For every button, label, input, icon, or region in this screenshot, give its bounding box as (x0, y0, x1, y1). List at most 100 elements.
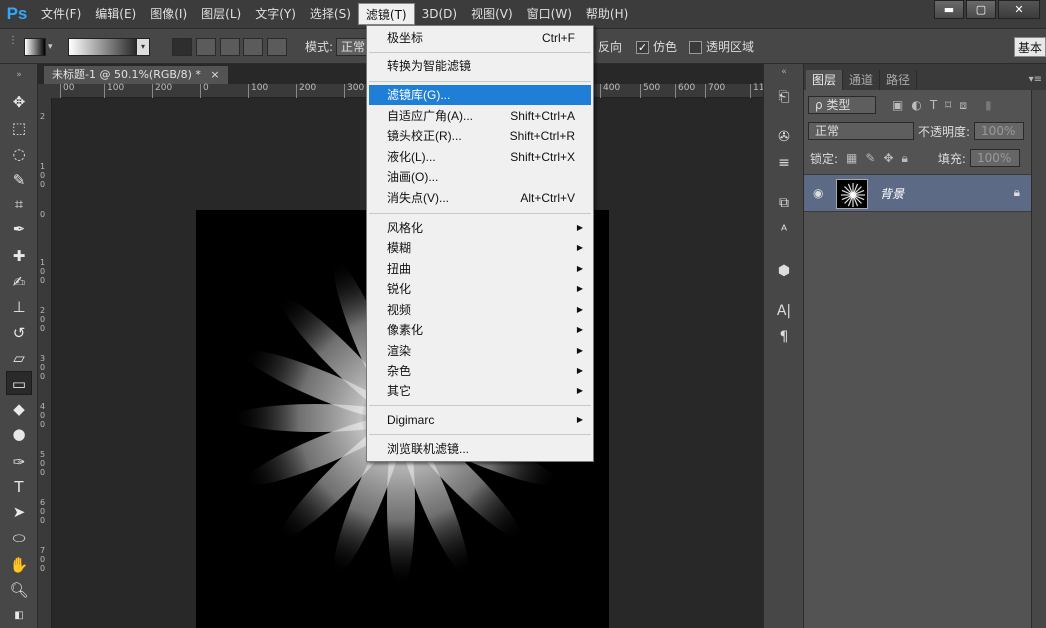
menu-item-polar-coordinates[interactable]: 极坐标 Ctrl+F (369, 28, 591, 48)
blur-tool-icon[interactable]: ◆ (6, 397, 32, 421)
path-select-tool-icon[interactable]: ➤ (6, 500, 32, 524)
linear-gradient-icon[interactable] (172, 38, 192, 56)
menu-type[interactable]: 文字(Y) (248, 3, 303, 25)
eraser-tool-icon[interactable]: ▱ (6, 346, 32, 370)
dodge-tool-icon[interactable]: ● (6, 422, 32, 446)
chevron-down-icon[interactable]: ▾ (48, 38, 53, 56)
menu-item-lens-correction[interactable]: 镜头校正(R)... Shift+Ctrl+R (369, 126, 591, 146)
panel-menu-icon[interactable]: ▾≡ (1029, 70, 1042, 90)
shape-tool-icon[interactable]: ⬭ (6, 526, 32, 550)
layer-filter-select[interactable]: ρ 类型 (808, 96, 876, 114)
menu-help[interactable]: 帮助(H) (579, 3, 635, 25)
lock-transparent-icon[interactable]: ▦ (846, 151, 857, 165)
filter-toggle-icon[interactable]: ▮ (985, 98, 992, 112)
menu-item-render[interactable]: 渲染 ▶ (369, 341, 591, 361)
menu-item-other[interactable]: 其它 ▶ (369, 381, 591, 401)
tab-channels[interactable]: 通道 (843, 70, 881, 90)
dither-checkbox[interactable]: ✓ (636, 41, 649, 54)
opacity-input[interactable]: 100% (974, 122, 1025, 140)
pen-tool-icon[interactable]: ✑ (6, 450, 32, 474)
workspace-button[interactable]: 基本 (1014, 37, 1046, 57)
tab-paths[interactable]: 路径 (880, 70, 918, 90)
lock-position-icon[interactable]: ✥ (883, 151, 893, 165)
layer-lock-icon[interactable]: 🔒︎ (1014, 185, 1020, 200)
menu-item-browse-online-filters[interactable]: 浏览联机滤镜... (369, 439, 591, 459)
blend-mode-select[interactable]: 正常 (808, 122, 914, 140)
menu-item-noise[interactable]: 杂色 ▶ (369, 361, 591, 381)
menu-item-stylize[interactable]: 风格化 ▶ (369, 218, 591, 238)
hand-tool-icon[interactable]: ✋ (6, 553, 32, 577)
menu-item-pixelate[interactable]: 像素化 ▶ (369, 320, 591, 340)
menu-item-liquify[interactable]: 液化(L)... Shift+Ctrl+X (369, 147, 591, 167)
quick-select-tool-icon[interactable]: ✎ (6, 168, 32, 192)
menu-item-oil-paint[interactable]: 油画(O)... (369, 167, 591, 187)
lasso-tool-icon[interactable]: ◌ (6, 142, 32, 166)
menu-select[interactable]: 选择(S) (303, 3, 358, 25)
layer-name[interactable]: 背景 (880, 185, 904, 202)
paragraph-panel-icon[interactable]: ¶ (772, 326, 796, 348)
radial-gradient-icon[interactable] (195, 38, 216, 56)
healing-tool-icon[interactable]: ✚ (6, 244, 32, 268)
3d-panel-icon[interactable]: ⬢ (772, 260, 796, 282)
lock-pixels-icon[interactable]: ✎ (865, 151, 875, 165)
type-filter-icon[interactable]: T (930, 98, 937, 112)
menu-item-filter-gallery[interactable]: 滤镜库(G)... (369, 85, 591, 105)
angle-gradient-icon[interactable] (219, 38, 240, 56)
menu-file[interactable]: 文件(F) (34, 3, 88, 25)
menu-window[interactable]: 窗口(W) (520, 3, 579, 25)
brush-presets-icon[interactable]: ≡ (772, 152, 796, 174)
character-styles-icon[interactable]: ᴬ (772, 220, 796, 242)
shape-filter-icon[interactable]: ⌑ (945, 98, 951, 112)
maximize-button[interactable]: ▢ (966, 0, 996, 19)
crop-tool-icon[interactable]: ⌗ (6, 192, 32, 216)
character-panel-icon[interactable]: A| (772, 300, 796, 322)
adjustment-filter-icon[interactable]: ◐ (911, 98, 921, 112)
collapse-icon[interactable]: » (6, 68, 32, 82)
menu-item-digimarc[interactable]: Digimarc ▶ (369, 410, 591, 430)
history-panel-icon[interactable]: ⎗ (772, 86, 796, 108)
menu-item-blur[interactable]: 模糊 ▶ (369, 238, 591, 258)
close-tab-icon[interactable]: × (210, 68, 219, 81)
menu-item-vanishing-point[interactable]: 消失点(V)... Alt+Ctrl+V (369, 188, 591, 208)
lock-all-icon[interactable]: 🔒︎ (902, 151, 908, 166)
menu-item-video[interactable]: 视频 ▶ (369, 300, 591, 320)
smart-object-filter-icon[interactable]: ⧈ (959, 98, 967, 113)
fill-input[interactable]: 100% (969, 149, 1020, 167)
transparency-option[interactable]: 透明区域 (689, 38, 754, 56)
layer-row-background[interactable]: ◉ 背景 🔒︎ (804, 174, 1032, 212)
gradient-dropdown-icon[interactable]: ▾ (137, 39, 149, 55)
close-button[interactable]: ✕ (998, 0, 1040, 19)
type-tool-icon[interactable]: T (6, 475, 32, 499)
minimize-button[interactable]: ▬ (934, 0, 964, 19)
menu-image[interactable]: 图像(I) (143, 3, 194, 25)
gradient-tool-preset-icon[interactable] (24, 38, 46, 56)
tool-presets-icon[interactable]: ✇ (772, 126, 796, 148)
eye-icon[interactable]: ◉ (813, 186, 823, 200)
menu-filter[interactable]: 滤镜(T) (357, 3, 415, 25)
reflected-gradient-icon[interactable] (243, 38, 264, 56)
tab-layers[interactable]: 图层 (806, 70, 844, 90)
menu-item-distort[interactable]: 扭曲 ▶ (369, 259, 591, 279)
brush-tool-icon[interactable]: ✍ (6, 270, 32, 294)
properties-panel-icon[interactable]: ⧉ (772, 192, 796, 214)
marquee-tool-icon[interactable]: ⬚ (6, 116, 32, 140)
menu-item-adaptive-wide-angle[interactable]: 自适应广角(A)... Shift+Ctrl+A (369, 106, 591, 126)
menu-view[interactable]: 视图(V) (464, 3, 520, 25)
menu-layer[interactable]: 图层(L) (194, 3, 248, 25)
dither-option[interactable]: ✓ 仿色 (636, 38, 677, 56)
gradient-tool-icon[interactable]: ▭ (6, 371, 32, 395)
document-tab[interactable]: 未标题-1 @ 50.1%(RGB/8) * × (44, 66, 228, 84)
menu-item-convert-smart-filters[interactable]: 转换为智能滤镜 (369, 56, 591, 76)
eyedropper-tool-icon[interactable]: ✒ (6, 217, 32, 241)
color-swatch-icon[interactable]: ◧ (6, 604, 32, 628)
pixel-filter-icon[interactable]: ▣ (892, 98, 903, 112)
diamond-gradient-icon[interactable] (267, 38, 288, 56)
menu-3d[interactable]: 3D(D) (415, 3, 464, 25)
menu-item-sharpen[interactable]: 锐化 ▶ (369, 279, 591, 299)
zoom-tool-icon[interactable]: 🔍︎ (6, 578, 32, 602)
transparency-checkbox[interactable] (689, 41, 702, 54)
menu-edit[interactable]: 编辑(E) (88, 3, 143, 25)
stamp-tool-icon[interactable]: ⊥ (6, 295, 32, 319)
collapse-icon[interactable]: « (772, 66, 796, 78)
move-tool-icon[interactable]: ✥ (6, 90, 32, 114)
